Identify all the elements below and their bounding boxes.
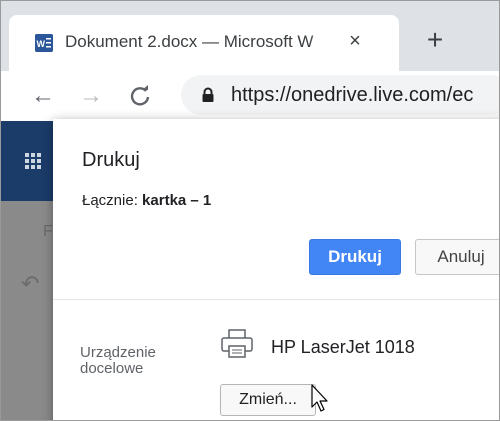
- browser-toolbar: ← → https://onedrive.live.com/ec: [1, 71, 499, 121]
- print-button[interactable]: Drukuj: [309, 239, 401, 275]
- new-tab-button[interactable]: +: [421, 26, 449, 55]
- back-arrow-icon[interactable]: ←: [29, 82, 57, 110]
- tab-title: Dokument 2.docx — Microsoft W: [65, 32, 314, 51]
- printer-icon: [220, 329, 254, 359]
- word-icon: W: [35, 34, 53, 52]
- undo-icon[interactable]: ↶: [21, 271, 39, 297]
- close-icon[interactable]: ×: [343, 29, 367, 53]
- tab-strip: W Dokument 2.docx — Microsoft W × +: [1, 1, 499, 71]
- print-dialog: Drukuj Łącznie: kartka – 1 Drukuj Anuluj…: [53, 119, 499, 420]
- printer-name: HP LaserJet 1018: [271, 337, 415, 357]
- reload-icon[interactable]: [126, 82, 154, 110]
- lock-icon: [201, 87, 215, 103]
- forward-arrow-icon[interactable]: →: [77, 82, 105, 110]
- url-text: https://onedrive.live.com/ec: [231, 84, 474, 106]
- cancel-button[interactable]: Anuluj: [415, 239, 499, 275]
- svg-text:W: W: [37, 39, 46, 49]
- summary-value: kartka – 1: [142, 192, 212, 209]
- address-bar[interactable]: https://onedrive.live.com/ec: [181, 75, 499, 115]
- mouse-pointer-icon: [311, 384, 331, 416]
- tab-document[interactable]: W Dokument 2.docx — Microsoft W ×: [9, 15, 399, 71]
- tab-title-fade: [309, 29, 333, 57]
- divider: [53, 299, 499, 300]
- app-header: [1, 121, 61, 201]
- change-destination-button[interactable]: Zmień...: [220, 384, 316, 416]
- dialog-title: Drukuj: [82, 149, 140, 171]
- destination-label: Urządzenie docelowe: [80, 344, 156, 377]
- page-menu-letter: F: [43, 223, 53, 240]
- summary-label: Łącznie:: [82, 192, 143, 209]
- sheet-count-summary: Łącznie: kartka – 1: [82, 192, 211, 209]
- app-launcher-icon[interactable]: [25, 153, 41, 169]
- browser-window: W Dokument 2.docx — Microsoft W × + ← →: [0, 0, 500, 421]
